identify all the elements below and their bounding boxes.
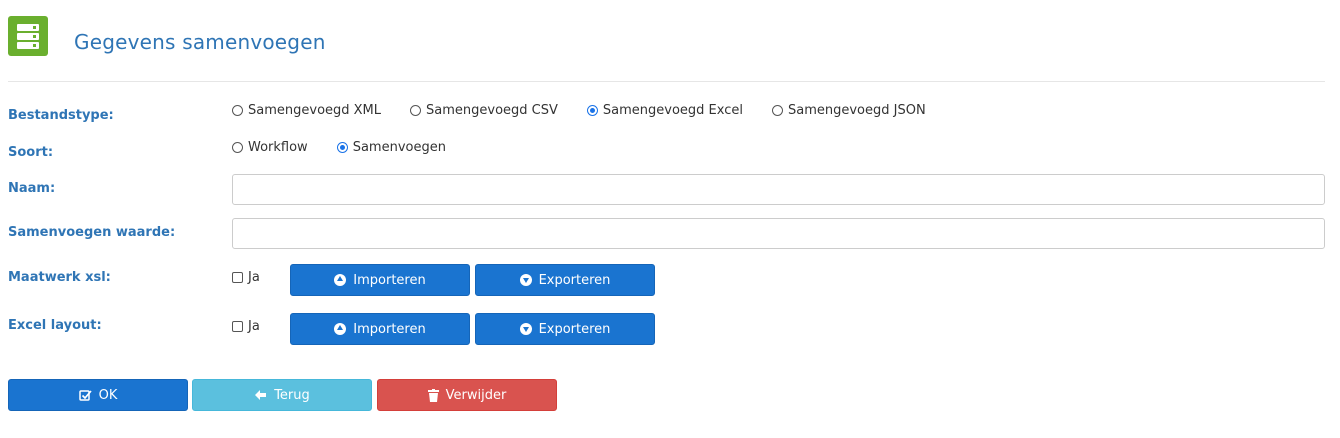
excel-layout-import-button[interactable]: Importeren [290, 313, 470, 345]
circle-arrow-down-icon [519, 323, 532, 335]
radio-label: Samenvoegen [352, 139, 446, 155]
radio-button[interactable] [232, 104, 243, 116]
button-label: Importeren [353, 272, 426, 288]
naam-label: Naam: [8, 181, 56, 196]
circle-arrow-down-icon [519, 274, 532, 286]
samenvoegen-waarde-input[interactable] [232, 218, 1325, 249]
circle-arrow-up-icon [334, 274, 347, 286]
arrow-left-icon [254, 389, 267, 401]
bestandstype-radio-group: Samengevoegd XML Samengevoegd CSV Sameng… [232, 100, 955, 120]
samenvoegen-waarde-label: Samenvoegen waarde: [8, 225, 176, 240]
header-divider [8, 81, 1325, 82]
bestandstype-label: Bestandstype: [8, 108, 114, 123]
radio-samengevoegd-excel[interactable]: Samengevoegd Excel [586, 102, 743, 118]
maatwerk-xsl-label: Maatwerk xsl: [8, 270, 111, 285]
button-label: Importeren [353, 321, 426, 337]
button-label: Exporteren [538, 272, 611, 288]
radio-button[interactable] [410, 104, 422, 116]
radio-label: Workflow [248, 139, 308, 155]
button-label: Terug [274, 387, 310, 403]
server-stack-icon [8, 16, 48, 56]
ok-button[interactable]: OK [8, 379, 188, 411]
radio-samengevoegd-xml[interactable]: Samengevoegd XML [232, 103, 381, 118]
radio-label: Samengevoegd CSV [426, 102, 558, 118]
delete-button[interactable]: Verwijder [377, 379, 557, 411]
page-header: Gegevens samenvoegen [0, 0, 1340, 82]
check-square-icon [78, 389, 92, 402]
naam-input[interactable] [232, 174, 1325, 205]
excel-layout-checkbox[interactable] [232, 321, 243, 332]
soort-label: Soort: [8, 145, 54, 160]
back-button[interactable]: Terug [192, 379, 372, 411]
radio-button[interactable] [232, 141, 243, 153]
circle-arrow-up-icon [334, 323, 347, 335]
page-title: Gegevens samenvoegen [74, 30, 326, 54]
soort-radio-group: Workflow Samenvoegen [232, 137, 475, 157]
radio-samengevoegd-json[interactable]: Samengevoegd JSON [771, 102, 926, 118]
excel-layout-checkbox-option[interactable]: Ja [232, 319, 260, 334]
checkbox-label: Ja [248, 319, 260, 334]
excel-layout-label: Excel layout: [8, 318, 102, 333]
radio-button-checked[interactable] [336, 141, 348, 153]
radio-label: Samengevoegd XML [248, 102, 382, 118]
button-label: Verwijder [445, 387, 507, 403]
excel-layout-export-button[interactable]: Exporteren [475, 313, 655, 345]
radio-button-checked[interactable] [586, 104, 598, 116]
button-label: OK [98, 387, 118, 403]
button-label: Exporteren [538, 321, 611, 337]
radio-label: Samengevoegd JSON [787, 102, 926, 118]
maatwerk-xsl-export-button[interactable]: Exporteren [475, 264, 655, 296]
radio-samengevoegd-csv[interactable]: Samengevoegd CSV [410, 103, 558, 118]
radio-button[interactable] [771, 104, 783, 116]
radio-samenvoegen[interactable]: Samenvoegen [336, 139, 446, 155]
maatwerk-xsl-checkbox-option[interactable]: Ja [232, 270, 260, 285]
checkbox-label: Ja [248, 270, 260, 285]
radio-workflow[interactable]: Workflow [232, 140, 308, 155]
maatwerk-xsl-checkbox[interactable] [232, 272, 243, 283]
radio-label: Samengevoegd Excel [602, 102, 743, 118]
trash-icon [427, 388, 439, 402]
maatwerk-xsl-import-button[interactable]: Importeren [290, 264, 470, 296]
